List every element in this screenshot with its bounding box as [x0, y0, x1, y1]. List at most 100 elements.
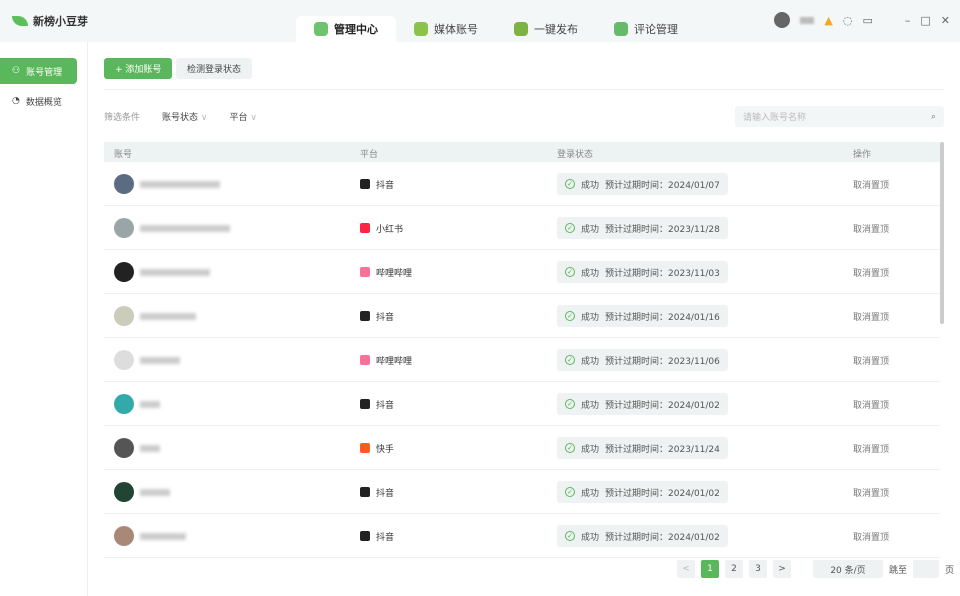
check-circle-icon: ✓ [565, 267, 575, 277]
close-button[interactable]: ✕ [941, 14, 950, 27]
expire-time: 预计过期时间：2024/01/02 [605, 400, 720, 411]
account-cell [114, 206, 230, 250]
table-row: 抖音 ✓ 成功 预计过期时间：2024/01/02 取消置顶 [104, 382, 940, 426]
status-text: 成功 [581, 180, 600, 191]
status-filter-label: 账号状态 [162, 113, 199, 123]
platform-name: 抖音 [376, 488, 395, 499]
page-size-select[interactable]: 20 条/页 [813, 560, 883, 578]
leaf-icon [12, 16, 28, 26]
sidebar-item-label: 账号管理 [26, 67, 63, 78]
account-cell [114, 470, 170, 514]
check-circle-icon: ✓ [565, 179, 575, 189]
unpin-button[interactable]: 取消置顶 [853, 294, 889, 338]
action-label: 取消置顶 [853, 268, 890, 279]
page-2[interactable]: 2 [725, 560, 743, 578]
unpin-button[interactable]: 取消置顶 [853, 206, 889, 250]
platform-filter-label: 平台 [229, 113, 248, 123]
unpin-button[interactable]: 取消置顶 [853, 382, 889, 426]
tab-icon [614, 22, 628, 36]
page-3[interactable]: 3 [749, 560, 767, 578]
user-avatar[interactable] [774, 12, 791, 28]
unpin-button[interactable]: 取消置顶 [853, 514, 889, 558]
pie-chart-icon: ◔ [12, 96, 20, 106]
action-label: 取消置顶 [853, 356, 890, 367]
tab-2[interactable]: 一键发布 [496, 16, 596, 42]
page-1[interactable]: 1 [701, 560, 719, 578]
platform-name: 快手 [376, 444, 395, 455]
platform-cell: 小红书 [360, 206, 403, 250]
add-account-button[interactable]: + 添加账号 [104, 58, 173, 79]
platform-cell: 哔哩哔哩 [360, 338, 412, 382]
account-avatar [114, 262, 134, 282]
monitor-icon[interactable]: ▭ [862, 14, 872, 27]
account-avatar [114, 306, 134, 326]
tab-1[interactable]: 媒体账号 [396, 16, 496, 42]
status-text: 成功 [581, 444, 600, 455]
table-row: 哔哩哔哩 ✓ 成功 预计过期时间：2023/11/06 取消置顶 [104, 338, 940, 382]
check-circle-icon: ✓ [565, 443, 575, 453]
platform-icon [360, 179, 370, 189]
status-cell: ✓ 成功 预计过期时间：2023/11/06 [557, 338, 728, 382]
status-badge: ✓ 成功 预计过期时间：2024/01/02 [557, 525, 728, 547]
scrollbar[interactable] [940, 142, 944, 324]
account-cell [114, 250, 210, 294]
check-circle-icon: ✓ [565, 487, 575, 497]
platform-name: 哔哩哔哩 [376, 356, 413, 367]
table-row: 抖音 ✓ 成功 预计过期时间：2024/01/02 取消置顶 [104, 470, 940, 514]
sidebar-item-account-management[interactable]: ⚇ 账号管理 [0, 58, 77, 84]
account-avatar [114, 350, 134, 370]
status-text: 成功 [581, 532, 600, 543]
unpin-button[interactable]: 取消置顶 [853, 470, 889, 514]
expire-time: 预计过期时间：2023/11/28 [605, 224, 720, 235]
headset-icon[interactable]: ◌ [843, 14, 853, 27]
check-circle-icon: ✓ [565, 223, 575, 233]
tab-3[interactable]: 评论管理 [596, 16, 696, 42]
header-actions: 操作 [853, 150, 872, 160]
platform-cell: 抖音 [360, 294, 394, 338]
account-name [140, 532, 186, 540]
platform-name: 抖音 [376, 400, 395, 411]
platform-icon [360, 399, 370, 409]
unpin-button[interactable]: 取消置顶 [853, 338, 889, 382]
users-icon: ⚇ [12, 66, 21, 76]
platform-icon [360, 223, 370, 233]
status-badge: ✓ 成功 预计过期时间：2024/01/16 [557, 305, 728, 327]
header-login-status: 登录状态 [557, 150, 594, 160]
unpin-button[interactable]: 取消置顶 [853, 250, 889, 294]
status-cell: ✓ 成功 预计过期时间：2024/01/02 [557, 382, 728, 426]
account-avatar [114, 218, 134, 238]
next-page-button[interactable]: > [773, 560, 791, 578]
maximize-button[interactable]: □ [920, 14, 930, 27]
unpin-button[interactable]: 取消置顶 [853, 162, 889, 206]
jump-page-input[interactable] [913, 560, 940, 578]
prev-page-button[interactable]: < [677, 560, 695, 578]
divider [104, 89, 944, 90]
table-row: 抖音 ✓ 成功 预计过期时间：2024/01/02 取消置顶 [104, 514, 940, 558]
status-text: 成功 [581, 488, 600, 499]
check-login-button[interactable]: 检测登录状态 [176, 58, 253, 79]
chevron-down-icon: ∨ [250, 113, 257, 123]
tab-icon [414, 22, 428, 36]
minimize-button[interactable]: – [905, 14, 911, 27]
platform-filter[interactable]: 平台 ∨ [230, 110, 257, 123]
search-input[interactable]: 请输入账号名称 ⌕ [735, 106, 944, 127]
status-cell: ✓ 成功 预计过期时间：2024/01/02 [557, 470, 728, 514]
expire-time: 预计过期时间：2023/11/03 [605, 268, 720, 279]
chevron-down-icon: ∨ [200, 113, 208, 123]
tab-icon [314, 22, 328, 36]
tab-0[interactable]: 管理中心 [296, 16, 396, 42]
unpin-button[interactable]: 取消置顶 [853, 426, 889, 470]
account-name [140, 400, 160, 408]
platform-name: 抖音 [376, 312, 395, 323]
status-filter[interactable]: 账号状态 ∨ [162, 110, 207, 123]
status-cell: ✓ 成功 预计过期时间：2023/11/24 [557, 426, 728, 470]
status-text: 成功 [581, 268, 600, 279]
action-label: 取消置顶 [853, 488, 890, 499]
account-avatar [114, 526, 134, 546]
expire-time: 预计过期时间：2024/01/02 [605, 532, 720, 543]
search-placeholder: 请输入账号名称 [743, 113, 807, 123]
pagination: < 1 2 3 > 20 条/页 跳至 页 [677, 560, 954, 578]
expire-time: 预计过期时间：2024/01/07 [605, 180, 720, 191]
sidebar-item-data-overview[interactable]: ◔ 数据概览 [0, 88, 77, 114]
status-cell: ✓ 成功 预计过期时间：2024/01/07 [557, 162, 728, 206]
